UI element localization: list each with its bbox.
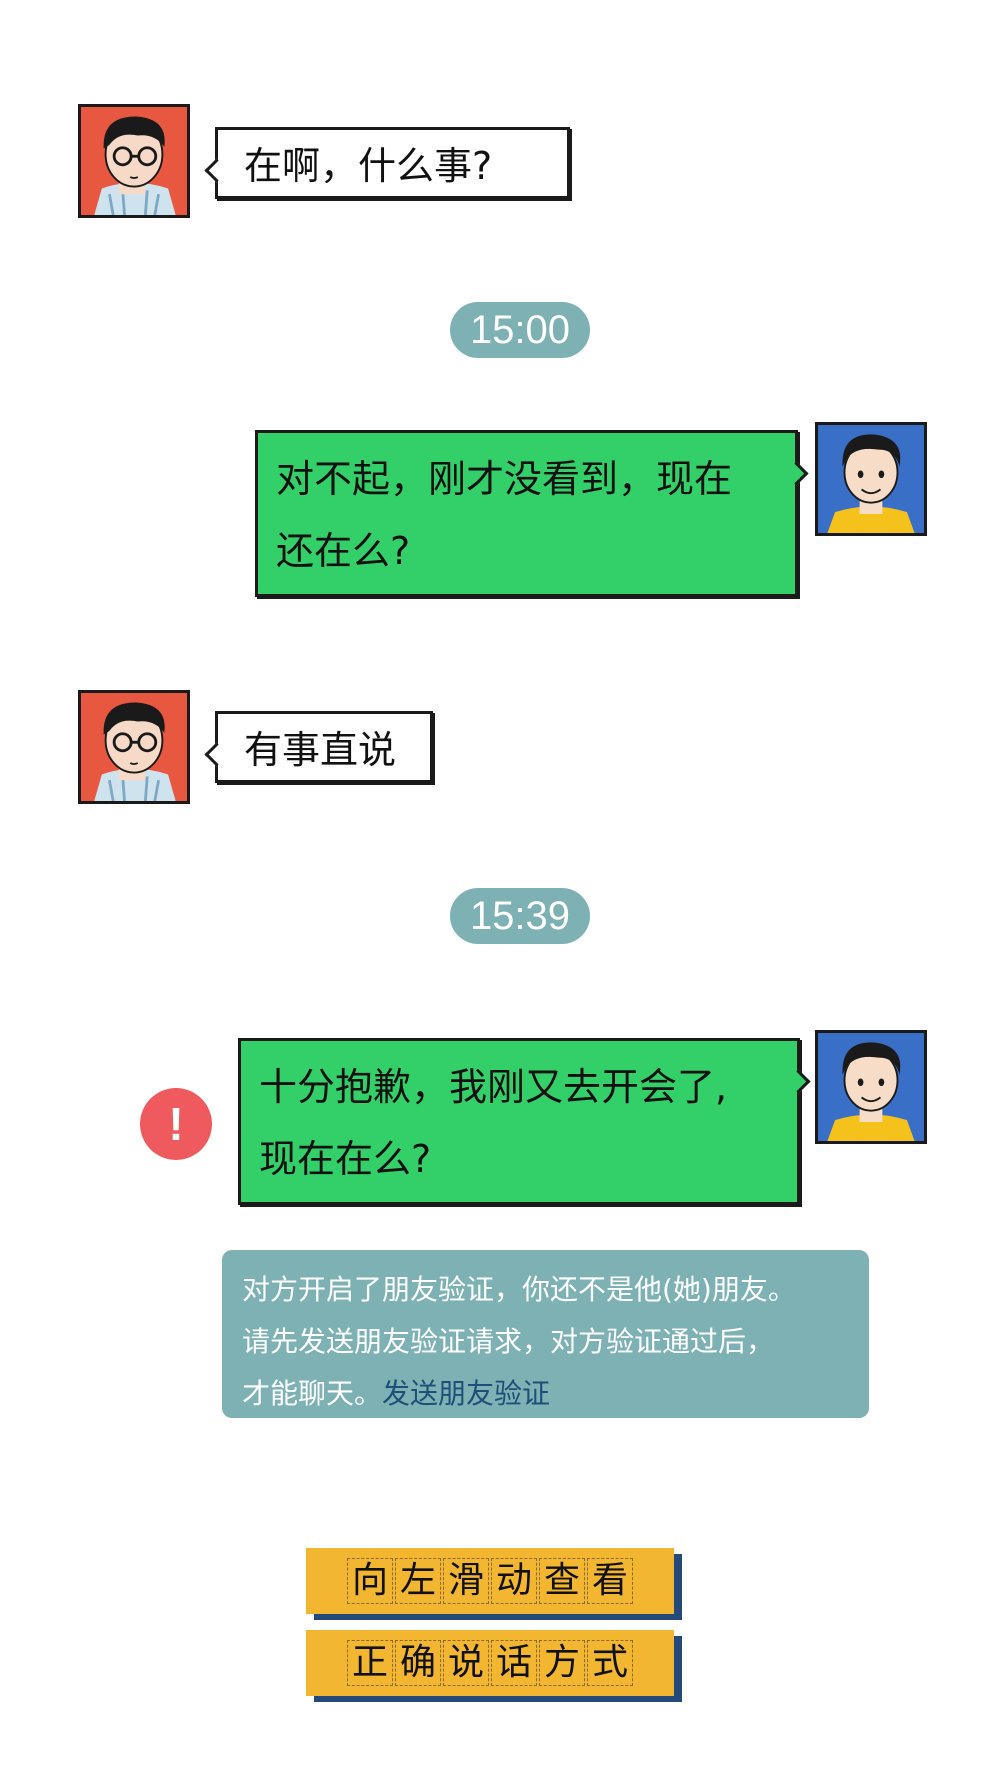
system-notice: 对方开启了朋友验证，你还不是他(她)朋友。 请先发送朋友验证请求，对方验证通过后… — [222, 1250, 869, 1418]
bubble-tail — [786, 1069, 811, 1094]
message-bubble-incoming[interactable]: 在啊，什么事? — [204, 127, 570, 199]
smiling-man-avatar-icon — [818, 1033, 924, 1141]
notice-line: 对方开启了朋友验证，你还不是他(她)朋友。 — [242, 1273, 796, 1306]
glasses-man-avatar-icon — [81, 107, 187, 215]
banner-char: 动 — [491, 1558, 537, 1604]
banner-char: 方 — [539, 1640, 585, 1686]
message-text-line: 还在么? — [276, 529, 411, 573]
banner-char: 话 — [491, 1640, 537, 1686]
smiling-man-avatar-icon — [818, 425, 924, 533]
banner-char: 滑 — [443, 1558, 489, 1604]
banner-char: 说 — [443, 1640, 489, 1686]
swipe-left-banner[interactable]: 向 左 滑 动 查 看 — [306, 1548, 674, 1614]
self-avatar[interactable] — [815, 1030, 927, 1144]
contact-avatar[interactable] — [78, 104, 190, 218]
contact-avatar[interactable] — [78, 690, 190, 804]
banner-char: 正 — [347, 1640, 393, 1686]
message-text: 有事直说 — [244, 728, 397, 772]
timestamp-pill: 15:00 — [450, 302, 590, 358]
send-failed-icon[interactable]: ! — [140, 1088, 212, 1160]
message-text-line: 十分抱歉，我刚又去开会了, — [259, 1065, 728, 1109]
message-text-line: 对不起，刚才没看到，现在 — [276, 457, 733, 501]
message-text: 在啊，什么事? — [244, 144, 493, 188]
glasses-man-avatar-icon — [81, 693, 187, 801]
chat-screen: 在啊，什么事? 15:00 对不起，刚才没看到，现在 还在么? 有事直说 15:… — [0, 0, 996, 1772]
timestamp-pill: 15:39 — [450, 888, 590, 944]
bubble-tail — [784, 461, 809, 486]
notice-line: 请先发送朋友验证请求，对方验证通过后， — [242, 1325, 775, 1358]
banner-char: 看 — [587, 1558, 633, 1604]
self-avatar[interactable] — [815, 422, 927, 536]
banner-char: 式 — [587, 1640, 633, 1686]
bubble-tail — [204, 742, 229, 767]
banner-char: 左 — [395, 1558, 441, 1604]
banner-char: 向 — [347, 1558, 393, 1604]
bubble-tail — [204, 158, 229, 183]
correct-speech-banner[interactable]: 正 确 说 话 方 式 — [306, 1630, 674, 1696]
banner-char: 确 — [395, 1640, 441, 1686]
banner-char: 查 — [539, 1558, 585, 1604]
notice-text: 才能聊天。 — [242, 1377, 383, 1410]
message-bubble-outgoing[interactable]: 对不起，刚才没看到，现在 还在么? — [255, 430, 809, 597]
message-bubble-incoming[interactable]: 有事直说 — [204, 711, 433, 783]
message-text-line: 现在在么? — [259, 1137, 432, 1181]
notice-line: 才能聊天。发送朋友验证 — [242, 1368, 849, 1420]
message-bubble-outgoing[interactable]: 十分抱歉，我刚又去开会了, 现在在么? — [238, 1038, 811, 1205]
exclamation-alert-icon: ! — [168, 1098, 184, 1150]
send-verification-link[interactable]: 发送朋友验证 — [382, 1377, 550, 1410]
